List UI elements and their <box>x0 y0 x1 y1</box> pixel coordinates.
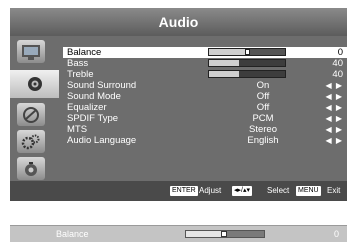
spdif-type-label: SPDIF Type <box>67 113 119 124</box>
bass-row[interactable]: Bass 40 <box>63 58 347 69</box>
sound-mode-row[interactable]: Sound Mode Off ◀ ▶ <box>63 91 347 102</box>
arrows-key-badge: ◂▸/▴▾ <box>232 186 252 196</box>
left-right-arrows-icon[interactable]: ◀ ▶ <box>325 124 343 135</box>
left-right-arrows-icon[interactable]: ◀ ▶ <box>325 135 343 146</box>
satellite-icon[interactable] <box>17 103 45 126</box>
exit-hint: Exit <box>327 186 341 195</box>
bass-slider[interactable] <box>208 59 286 67</box>
equalizer-value: Off <box>256 102 270 113</box>
left-right-arrows-icon[interactable]: ◀ ▶ <box>325 91 343 102</box>
treble-row[interactable]: Treble 40 <box>63 69 347 80</box>
balance-value: 0 <box>337 47 343 58</box>
picture-icon[interactable] <box>17 40 45 63</box>
select-hint: Select <box>267 186 290 195</box>
left-right-arrows-icon[interactable]: ◀ ▶ <box>325 113 343 124</box>
audio-menu-panel: Audio Balance 0 Bass 40 Treble 40 Sound … <box>10 8 347 201</box>
mts-row[interactable]: MTS Stereo ◀ ▶ <box>63 124 347 135</box>
mts-value: Stereo <box>249 124 277 135</box>
sound-mode-value: Off <box>256 91 270 102</box>
balance-label: Balance <box>67 47 102 58</box>
spdif-type-row[interactable]: SPDIF Type PCM ◀ ▶ <box>63 113 347 124</box>
audio-language-label: Audio Language <box>67 135 137 146</box>
quick-balance-slider[interactable] <box>185 230 265 238</box>
audio-language-value: English <box>247 135 279 146</box>
audio-language-row[interactable]: Audio Language English ◀ ▶ <box>63 135 347 146</box>
bass-value: 40 <box>332 58 343 69</box>
sound-surround-value: On <box>256 80 270 91</box>
bass-label: Bass <box>67 58 89 69</box>
balance-quick-bar: Balance 0 <box>10 225 347 242</box>
left-right-arrows-icon[interactable]: ◀ ▶ <box>325 102 343 113</box>
sound-mode-label: Sound Mode <box>67 91 121 102</box>
settings-icon[interactable] <box>17 130 45 153</box>
mts-label: MTS <box>67 124 88 135</box>
sound-surround-row[interactable]: Sound Surround On ◀ ▶ <box>63 80 347 91</box>
treble-slider[interactable] <box>208 70 286 78</box>
menu-key-badge: MENU <box>296 186 321 196</box>
balance-row[interactable]: Balance 0 <box>63 47 347 58</box>
adjust-hint: Adjust <box>199 186 222 195</box>
lock-icon[interactable] <box>17 157 45 180</box>
quick-balance-value: 0 <box>333 229 339 239</box>
enter-key-badge: ENTER <box>170 186 198 196</box>
balance-slider[interactable] <box>208 48 286 56</box>
treble-value: 40 <box>332 69 343 80</box>
spdif-type-value: PCM <box>252 113 274 124</box>
left-right-arrows-icon[interactable]: ◀ ▶ <box>325 80 343 91</box>
sound-surround-label: Sound Surround <box>67 80 137 91</box>
title-bar: Audio <box>10 8 347 36</box>
quick-balance-label: Balance <box>56 229 89 239</box>
menu-title: Audio <box>158 14 199 30</box>
equalizer-label: Equalizer <box>67 102 107 113</box>
key-hint-bar: ENTER Adjust ◂▸/▴▾ Select MENU Exit <box>10 181 347 201</box>
treble-label: Treble <box>67 69 94 80</box>
category-sidebar <box>10 36 59 181</box>
audio-icon[interactable] <box>10 70 59 98</box>
equalizer-row[interactable]: Equalizer Off ◀ ▶ <box>63 102 347 113</box>
